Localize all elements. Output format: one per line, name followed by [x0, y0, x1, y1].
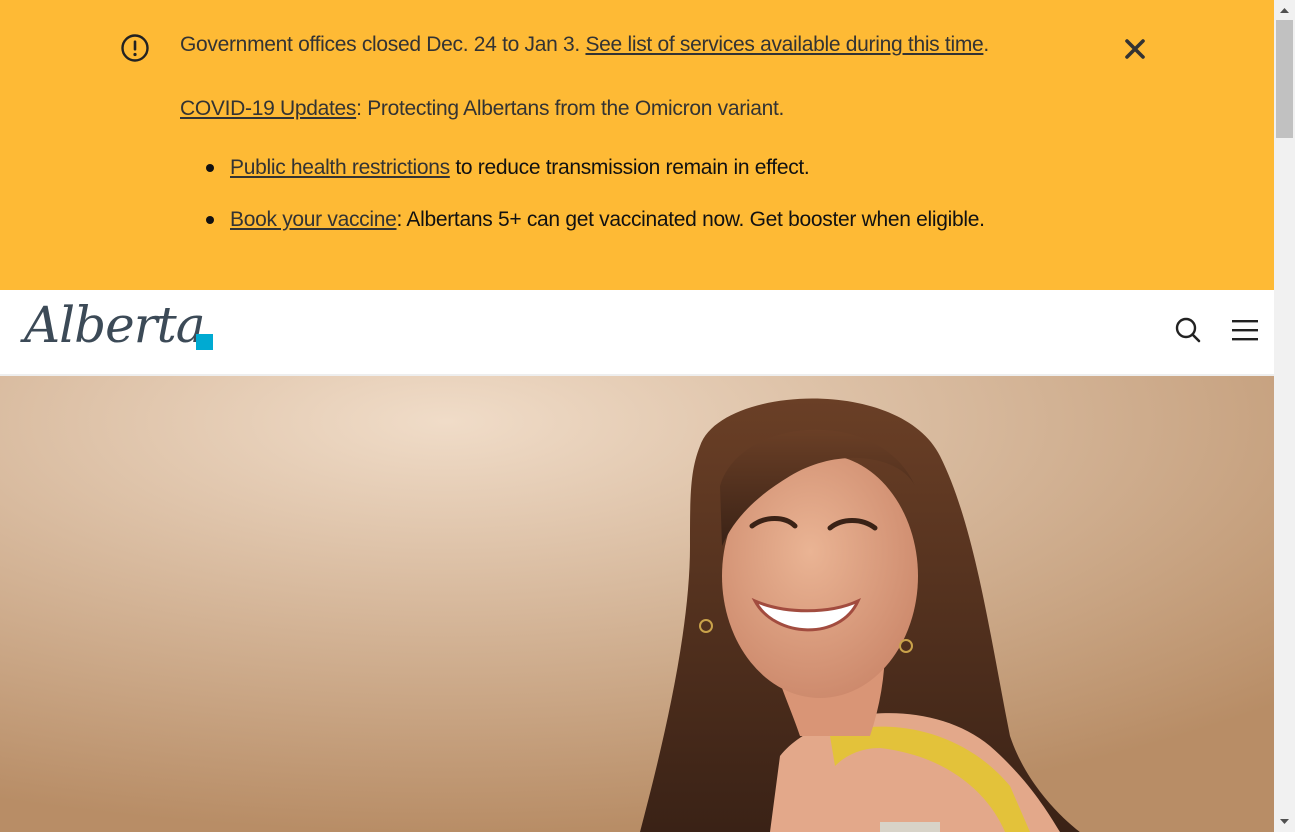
bullet-dot	[206, 216, 214, 224]
hamburger-menu-icon	[1232, 320, 1258, 341]
site-header: Alberta	[0, 290, 1274, 376]
covid-text: : Protecting Albertans from the Omicron …	[356, 97, 785, 120]
close-banner-button[interactable]	[1122, 36, 1148, 62]
logo-accent-square	[196, 334, 213, 350]
vertical-scrollbar[interactable]	[1274, 0, 1295, 832]
alberta-logo[interactable]: Alberta	[24, 296, 216, 362]
covid-bullet-list: Public health restrictions to reduce tra…	[180, 146, 985, 250]
hero-image	[0, 376, 1274, 832]
book-vaccine-link[interactable]: Book your vaccine	[230, 208, 397, 231]
office-closure-notice: Government offices closed Dec. 24 to Jan…	[180, 33, 989, 57]
scroll-down-arrow-icon[interactable]	[1274, 812, 1295, 832]
covid-updates-link[interactable]: COVID-19 Updates	[180, 97, 356, 120]
scroll-up-arrow-icon[interactable]	[1274, 0, 1295, 20]
search-icon	[1175, 317, 1201, 343]
notification-banner: Government offices closed Dec. 24 to Jan…	[0, 0, 1274, 290]
list-item-text: to reduce transmission remain in effect.	[449, 156, 810, 179]
list-item-text: : Albertans 5+ can get vaccinated now. G…	[396, 208, 985, 231]
menu-button[interactable]	[1230, 316, 1260, 344]
scrollbar-thumb[interactable]	[1276, 20, 1293, 138]
covid-update-notice: COVID-19 Updates: Protecting Albertans f…	[180, 97, 784, 121]
notice-end: .	[983, 33, 989, 56]
public-health-restrictions-link[interactable]: Public health restrictions	[230, 156, 450, 179]
page-viewport: Government offices closed Dec. 24 to Jan…	[0, 0, 1274, 832]
logo-text: Alberta	[24, 296, 205, 354]
services-list-link[interactable]: See list of services available during th…	[585, 33, 983, 56]
list-item: Book your vaccine: Albertans 5+ can get …	[206, 198, 985, 250]
notice-text: Government offices closed Dec. 24 to Jan…	[180, 33, 586, 56]
exclamation-circle-icon	[120, 33, 150, 63]
hero-illustration	[0, 376, 1274, 832]
search-button[interactable]	[1174, 316, 1202, 344]
close-icon	[1125, 39, 1145, 59]
list-item: Public health restrictions to reduce tra…	[206, 146, 985, 198]
bullet-dot	[206, 164, 214, 172]
